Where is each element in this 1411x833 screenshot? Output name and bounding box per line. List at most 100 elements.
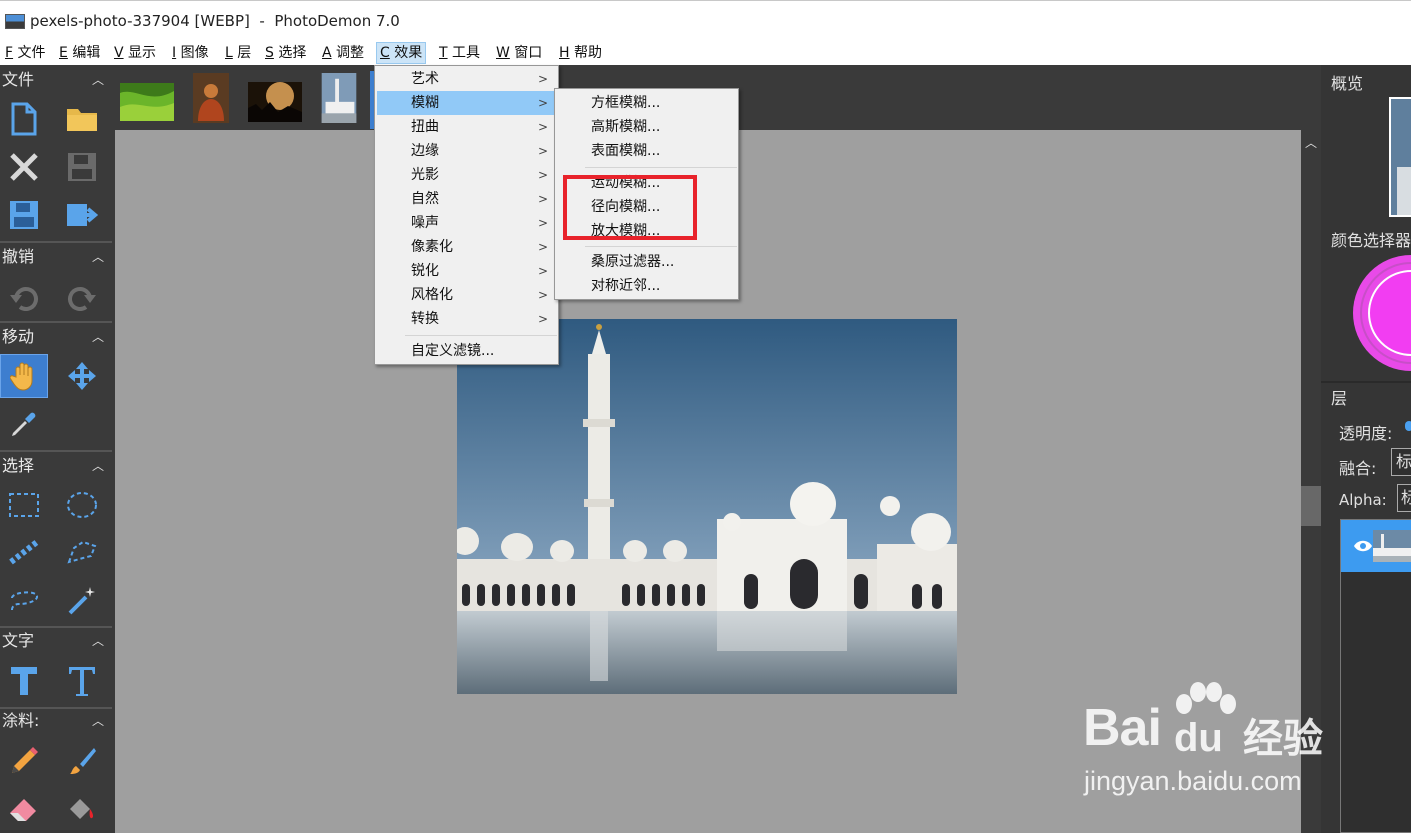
save-button-disabled[interactable] [58,145,106,189]
eraser-tool-button[interactable] [0,787,48,831]
color-picker-tool-button[interactable] [0,402,48,446]
layer-thumbnail [1373,530,1411,562]
menu-item-stylize[interactable]: 风格化 > [377,283,558,307]
text-serif-icon [69,667,95,696]
menu-separator [585,246,737,247]
main-image[interactable] [457,319,957,694]
menu-layer[interactable]: L 层 [222,42,254,64]
redo-icon [68,287,96,311]
overview-thumbnail[interactable] [1389,97,1411,217]
chevron-right-icon: > [537,96,548,110]
section-text-header[interactable]: 文字 ︿ [0,628,112,654]
menu-edit[interactable]: E 编辑 [56,42,103,64]
section-select-header[interactable]: 选择 ︿ [0,453,112,479]
export-button[interactable] [58,193,106,237]
export-icon [67,204,98,226]
save-as-button[interactable] [0,193,48,237]
brush-tool-button[interactable] [58,739,106,783]
magic-wand-icon [68,587,95,615]
watermark-brand-du: du [1174,716,1223,760]
lasso-select-button[interactable] [0,578,48,622]
menu-item-distort[interactable]: 扭曲 > [377,115,558,139]
chevron-up-icon[interactable]: ︿ [92,324,104,350]
menu-item-blur[interactable]: 模糊 > [377,91,558,115]
chevron-up-icon[interactable]: ︿ [92,67,104,93]
rect-select-icon [9,493,39,517]
menu-effects[interactable]: C 效果 [376,42,427,64]
open-file-button[interactable] [58,97,106,141]
scroll-up-icon[interactable]: ︿ [1305,134,1317,151]
menu-select[interactable]: S 选择 [262,42,309,64]
color-wheel[interactable] [1339,253,1411,373]
menu-item-custom-filter[interactable]: 自定义滤镜... [377,339,558,363]
menu-item-edges[interactable]: 边缘 > [377,139,558,163]
menu-window[interactable]: W 窗口 [493,42,545,64]
section-paint-header[interactable]: 涂料: ︿ [0,708,112,734]
chevron-up-icon[interactable]: ︿ [92,628,104,654]
menu-image[interactable]: I 图像 [169,42,212,64]
rect-select-button[interactable] [0,483,48,527]
overview-label: 概览 [1331,74,1364,93]
image-tab-thumbnail[interactable] [193,73,229,123]
menu-item-symmetric-nearest-neighbor[interactable]: 对称近邻... [557,274,738,298]
menu-view[interactable]: V 显示 [111,42,159,64]
chevron-up-icon[interactable]: ︿ [92,244,104,270]
divider [0,241,112,243]
move-tool-button[interactable] [58,354,106,398]
eye-visibility-icon[interactable] [1353,540,1373,552]
menu-item-sharpen[interactable]: 锐化 > [377,259,558,283]
section-file-header[interactable]: 文件 ︿ [0,67,112,93]
menu-item-pixelate[interactable]: 像素化 > [377,235,558,259]
menu-item-transform[interactable]: 转换 > [377,307,558,331]
scrollbar-thumb[interactable] [1301,486,1321,526]
new-file-button[interactable] [0,97,48,141]
polygon-select-button[interactable] [58,530,106,574]
alpha-mode-dropdown[interactable]: 标 [1397,484,1411,512]
eraser-icon [10,799,36,821]
menu-tools[interactable]: T 工具 [436,42,483,64]
menu-item-box-blur[interactable]: 方框模糊... [557,91,738,115]
image-tab-thumbnail[interactable] [120,77,174,127]
menu-item-kuwahara-filter[interactable]: 桑原过滤器... [557,250,738,274]
text-tool-button[interactable] [0,659,48,703]
magic-wand-button[interactable] [58,578,106,622]
toolbox-panel: 文件 ︿ 撤销 ︿ 移动 ︿ 选择 ︿ 文字 ︿ 涂料: ︿ [0,65,115,833]
image-tab-thumbnail[interactable] [321,73,357,123]
ellipse-select-button[interactable] [58,483,106,527]
menu-item-gaussian-blur[interactable]: 高斯模糊... [557,115,738,139]
fill-tool-button[interactable] [58,787,106,831]
blend-mode-dropdown[interactable]: 标 [1391,448,1411,476]
undo-button[interactable] [0,275,48,319]
menu-help[interactable]: H 帮助 [556,42,605,64]
alpha-label: Alpha: [1339,491,1387,509]
menu-file[interactable]: F 文件 [2,42,49,64]
section-undo-header[interactable]: 撤销 ︿ [0,244,112,270]
chevron-up-icon[interactable]: ︿ [92,708,104,734]
chevron-up-icon[interactable]: ︿ [92,453,104,479]
menu-item-natural[interactable]: 自然 > [377,187,558,211]
menu-adjust[interactable]: A 调整 [319,42,367,64]
divider [0,321,112,323]
layer-row[interactable] [1341,520,1411,572]
chevron-right-icon: > [537,144,548,158]
opacity-label: 透明度: [1339,424,1393,443]
opacity-slider-knob[interactable] [1405,421,1411,431]
menu-item-noise[interactable]: 噪声 > [377,211,558,235]
chevron-right-icon: > [537,216,548,230]
menu-item-artistic[interactable]: 艺术 > [377,67,558,91]
line-select-button[interactable] [0,530,48,574]
redo-button[interactable] [58,275,106,319]
section-move-header[interactable]: 移动 ︿ [0,324,112,350]
move-arrows-icon [68,362,96,390]
menu-item-surface-blur[interactable]: 表面模糊... [557,139,738,163]
typography-tool-button[interactable] [58,659,106,703]
watermark-jingyan: 经验 [1243,716,1323,762]
hand-tool-button[interactable] [0,354,48,398]
close-image-button[interactable] [0,145,48,189]
layers-list [1340,519,1411,833]
ellipse-select-icon [67,492,97,518]
pencil-tool-button[interactable] [0,739,48,783]
new-file-icon [11,102,37,136]
menu-item-light-shadow[interactable]: 光影 > [377,163,558,187]
image-tab-thumbnail[interactable] [248,77,302,127]
